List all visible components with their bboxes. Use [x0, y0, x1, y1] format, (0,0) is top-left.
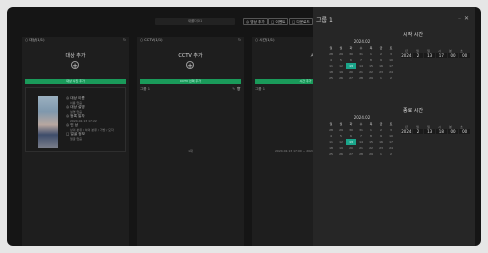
calendar-day[interactable]: 27: [346, 75, 356, 81]
info-value: 얼굴 없음: [70, 137, 82, 141]
target-info: ◎ 대상 이름 이름 없음 ◎ 대상 설명 설명 없음 ◎ 등록 일자 2024.02…: [66, 96, 126, 141]
close-icon[interactable]: ✕: [464, 15, 469, 22]
target-photo: [38, 96, 58, 148]
time-value-field[interactable]: 00: [447, 129, 459, 134]
time-value-field[interactable]: 00: [459, 53, 471, 58]
edit-delete-icons[interactable]: ✎ 🗑: [232, 87, 241, 91]
time-value-field[interactable]: 2024: [401, 53, 412, 58]
calendar-day[interactable]: 2: [386, 75, 396, 81]
time-group-panel: 그룹 1 – ✕ 시작 시간 2024.02 일 월 화 수 목 금 토 28 29 30 31 1 2…: [313, 7, 475, 246]
start-time-title: 시작 시간: [403, 32, 423, 38]
column-title: ○ CCTV(1/1): [140, 38, 163, 42]
time-value-field[interactable]: 2024: [401, 129, 412, 134]
group-sub: 1대: [188, 149, 193, 153]
time-value-field[interactable]: 2: [412, 129, 424, 134]
add-target-button[interactable]: +: [71, 61, 79, 70]
start-time-picker[interactable]: 년월일시분초 2024 2 13 17 00 00: [401, 49, 471, 58]
calendar-day[interactable]: 26: [336, 75, 346, 81]
add-target-bar[interactable]: 대상 사진 추가: [25, 79, 126, 84]
minimize-icon[interactable]: –: [458, 15, 461, 22]
calendar-day[interactable]: 1: [376, 75, 386, 81]
calendar-grid[interactable]: 일 월 화 수 목 금 토 28 29 30 31 1 2 3 4 5 6 7 8 9 10 11 12 13 14 15 16 17…: [326, 121, 398, 157]
column-title: ○ 시간(1/1): [255, 38, 275, 42]
time-value-field[interactable]: 13: [424, 129, 436, 134]
calendar-day[interactable]: 29: [366, 75, 376, 81]
calendar-day[interactable]: 25: [326, 75, 336, 81]
target-card[interactable]: ◎ 대상 이름 이름 없음 ◎ 대상 설명 설명 없음 ◎ 등록 일자 2024.02…: [25, 87, 126, 152]
target-column: ○ 대상(1/1) ↻ 대상 추가 + 대상 사진 추가 ◎ 대상 이름 이름 없…: [22, 37, 129, 246]
calendar-day[interactable]: 28: [356, 75, 366, 81]
calendar-day[interactable]: 28: [356, 151, 366, 157]
cctv-column: ○ CCTV(1/1) ↻ CCTV 추가 + CCTV 선택 추가 그룹 1 …: [137, 37, 244, 246]
add-cctv-label: CCTV 추가: [178, 53, 203, 59]
time-value-field[interactable]: 00: [459, 129, 471, 134]
event-button[interactable]: □ 이벤트: [268, 18, 289, 25]
column-header: ○ CCTV(1/1) ↻: [140, 37, 241, 43]
column-header: ○ 대상(1/1) ↻: [25, 37, 126, 43]
add-cctv-button[interactable]: +: [186, 61, 194, 70]
end-time-title: 종료 시간: [403, 108, 423, 114]
refresh-icon[interactable]: ↻: [123, 37, 126, 43]
calendar-day[interactable]: 27: [346, 151, 356, 157]
time-value-field[interactable]: 00: [447, 53, 459, 58]
add-cctv-bar[interactable]: CCTV 선택 추가: [140, 79, 241, 84]
calendar-grid[interactable]: 일 월 화 수 목 금 토 28 29 30 31 1 2 3 4 5 6 7 8 9 10 11 12 13 14 15 16 17…: [326, 45, 398, 81]
calendar-day[interactable]: 26: [336, 151, 346, 157]
start-calendar[interactable]: 2024.02 일 월 화 수 목 금 토 28 29 30 31 1 2 3 4 5 6 7 8 9 10 11 12 13…: [326, 39, 398, 81]
add-target-label: 대상 추가: [65, 53, 86, 59]
group-label: 그룹 1: [140, 87, 151, 91]
calendar-day[interactable]: 1: [376, 151, 386, 157]
calendar-day[interactable]: 29: [366, 151, 376, 157]
end-time-picker[interactable]: 년월일시분초 2024 2 13 18 00 00: [401, 125, 471, 134]
add-video-button[interactable]: ◎ 영상 추가: [243, 18, 268, 25]
end-calendar[interactable]: 2024.02 일 월 화 수 목 금 토 28 29 30 31 1 2 3 4 5 6 7 8 9 10 11 12 13…: [326, 115, 398, 157]
refresh-icon[interactable]: ↻: [238, 37, 241, 43]
time-value-field[interactable]: 18: [436, 129, 447, 134]
search-input[interactable]: 새폴더01: [155, 18, 235, 25]
download-button[interactable]: □ 다운로드: [289, 18, 313, 25]
calendar-day[interactable]: 25: [326, 151, 336, 157]
calendar-day[interactable]: 2: [386, 151, 396, 157]
panel-title: 그룹 1: [316, 17, 333, 24]
column-title: ○ 대상(1/1): [25, 38, 45, 42]
time-value-field[interactable]: 2: [412, 53, 424, 58]
group-label: 그룹 1: [255, 87, 266, 91]
time-value-field[interactable]: 17: [436, 53, 447, 58]
time-value-field[interactable]: 13: [424, 53, 436, 58]
app-window: 새폴더01 ◎ 영상 추가 □ 이벤트 □ 다운로드 ○ 대상(1/1) ↻ 대…: [7, 7, 481, 246]
cctv-group-row[interactable]: 그룹 1 ✎ 🗑 1대: [140, 87, 241, 153]
